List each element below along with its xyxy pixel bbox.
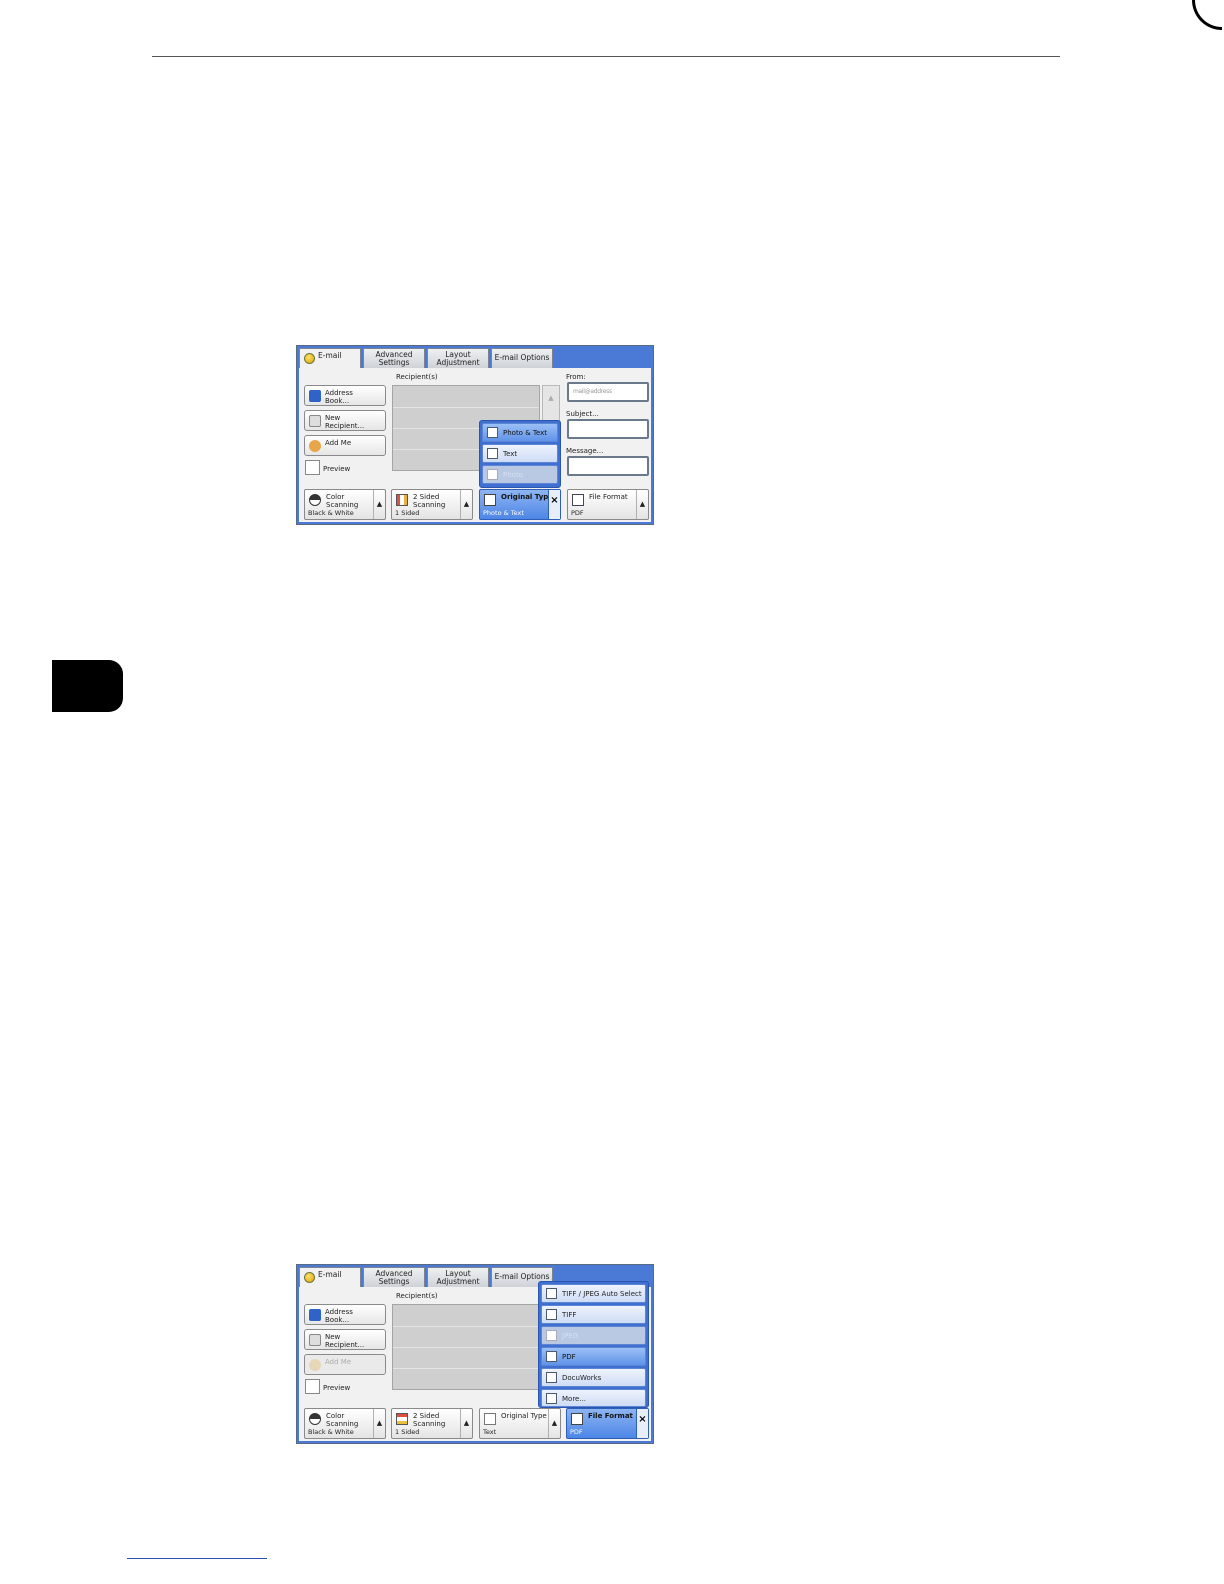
color-scanning-button[interactable]: Color Scanning Black & White ▲ — [304, 1408, 386, 1439]
file-format-expand-arrow[interactable]: ▲ — [636, 490, 648, 519]
photo-text-icon — [487, 427, 498, 438]
original-type-button[interactable]: Original Type Photo & Text × — [479, 489, 561, 520]
recipient-list[interactable] — [392, 1304, 542, 1390]
corner-mark — [1192, 0, 1222, 30]
two-sided-scanning-button[interactable]: 2 Sided Scanning 1 Sided ▲ — [391, 1408, 473, 1439]
recipients-label: Recipient(s) — [396, 1292, 438, 1300]
dropdown-item-text[interactable]: Text — [482, 444, 558, 463]
email-tab-icon — [304, 353, 315, 364]
subject-field[interactable] — [567, 419, 649, 439]
file-format-button[interactable]: File Format PDF ▲ — [567, 489, 649, 520]
new-recipient-button[interactable]: New Recipient... — [304, 1329, 386, 1350]
original-type-button[interactable]: Original Type Text ▲ — [479, 1408, 561, 1439]
dropdown-item-tiff[interactable]: TIFF — [541, 1305, 646, 1324]
tab-email-options[interactable]: E-mail Options — [491, 348, 553, 368]
tiff-jpeg-auto-icon — [546, 1288, 557, 1299]
dropdown-item-jpeg[interactable]: JPEG — [541, 1326, 646, 1345]
original-type-icon — [484, 494, 496, 506]
from-label: From: — [566, 373, 586, 381]
color-scanning-icon — [309, 1413, 321, 1425]
email-panel: Recipient(s) Address Book... New Recipie… — [299, 368, 651, 522]
file-format-icon — [572, 494, 584, 506]
add-me-button[interactable]: Add Me — [304, 435, 386, 456]
two-sided-icon — [396, 494, 408, 506]
email-tab-icon — [304, 1272, 315, 1283]
from-field[interactable]: mail@address — [567, 382, 649, 402]
two-sided-scanning-button[interactable]: 2 Sided Scanning 1 Sided ▲ — [391, 489, 473, 520]
color-scanning-expand-arrow[interactable]: ▲ — [373, 1409, 385, 1438]
list-row-divider — [393, 1326, 541, 1327]
user-icon — [309, 1359, 321, 1371]
preview-checkbox[interactable] — [305, 1379, 320, 1394]
tab-advanced-settings[interactable]: Advanced Settings — [363, 1267, 425, 1287]
address-book-icon — [309, 390, 321, 402]
address-book-button[interactable]: Address Book... — [304, 1304, 386, 1325]
close-icon[interactable]: × — [636, 1409, 648, 1438]
keyboard-icon — [309, 415, 321, 427]
file-format-icon — [571, 1413, 583, 1425]
dropdown-item-more[interactable]: More... — [541, 1389, 646, 1407]
tab-email[interactable]: E-mail — [299, 1267, 361, 1289]
file-format-button[interactable]: File Format PDF × — [566, 1408, 649, 1439]
email-panel: Recipient(s) Address Book... New Recipie… — [299, 1281, 651, 1441]
new-recipient-button[interactable]: New Recipient... — [304, 410, 386, 431]
list-row-divider — [393, 1368, 541, 1369]
preview-label: Preview — [323, 465, 351, 473]
preview-label: Preview — [323, 1384, 351, 1392]
more-icon — [546, 1393, 557, 1404]
tab-email[interactable]: E-mail — [299, 348, 361, 370]
chapter-tab-marker — [52, 660, 123, 712]
photo-icon — [487, 469, 498, 480]
dropdown-item-tiff-jpeg-auto[interactable]: TIFF / JPEG Auto Select — [541, 1284, 646, 1303]
original-type-expand-arrow[interactable]: ▲ — [548, 1409, 560, 1438]
close-icon[interactable]: × — [548, 490, 560, 519]
original-type-icon — [484, 1413, 496, 1425]
message-label: Message... — [566, 447, 604, 455]
dropdown-item-docuworks[interactable]: DocuWorks — [541, 1368, 646, 1387]
tab-advanced-settings[interactable]: Advanced Settings — [363, 348, 425, 368]
docuworks-icon — [546, 1372, 557, 1383]
dropdown-item-photo-text[interactable]: Photo & Text — [482, 423, 558, 442]
text-icon — [487, 448, 498, 459]
tiff-icon — [546, 1309, 557, 1320]
message-field[interactable] — [567, 456, 649, 476]
original-type-dropdown: Photo & Text Text Photo — [479, 420, 561, 488]
email-screen-original-type: E-mail Advanced Settings Layout Adjustme… — [296, 345, 654, 525]
tab-layout-adjustment[interactable]: Layout Adjustment — [427, 348, 489, 368]
two-sided-expand-arrow[interactable]: ▲ — [460, 1409, 472, 1438]
tab-layout-adjustment[interactable]: Layout Adjustment — [427, 1267, 489, 1287]
address-book-icon — [309, 1309, 321, 1321]
two-sided-icon — [396, 1413, 408, 1425]
header-rule — [152, 56, 1060, 57]
color-scanning-expand-arrow[interactable]: ▲ — [373, 490, 385, 519]
color-scanning-icon — [309, 494, 321, 506]
list-row-divider — [393, 1347, 541, 1348]
recipients-label: Recipient(s) — [396, 373, 438, 381]
jpeg-icon — [546, 1330, 557, 1341]
keyboard-icon — [309, 1334, 321, 1346]
color-scanning-button[interactable]: Color Scanning Black & White ▲ — [304, 489, 386, 520]
user-icon — [309, 440, 321, 452]
two-sided-expand-arrow[interactable]: ▲ — [460, 490, 472, 519]
subject-label: Subject... — [566, 410, 599, 418]
dropdown-item-pdf[interactable]: PDF — [541, 1347, 646, 1366]
email-screen-file-format: E-mail Advanced Settings Layout Adjustme… — [296, 1264, 654, 1444]
pdf-icon — [546, 1351, 557, 1362]
file-format-dropdown: TIFF / JPEG Auto Select TIFF JPEG PDF Do… — [538, 1281, 649, 1408]
preview-checkbox[interactable] — [305, 460, 320, 475]
footer-link-rule — [127, 1558, 267, 1559]
list-row-divider — [393, 407, 539, 408]
dropdown-item-photo[interactable]: Photo — [482, 465, 558, 484]
address-book-button[interactable]: Address Book... — [304, 385, 386, 406]
add-me-button[interactable]: Add Me — [304, 1354, 386, 1375]
